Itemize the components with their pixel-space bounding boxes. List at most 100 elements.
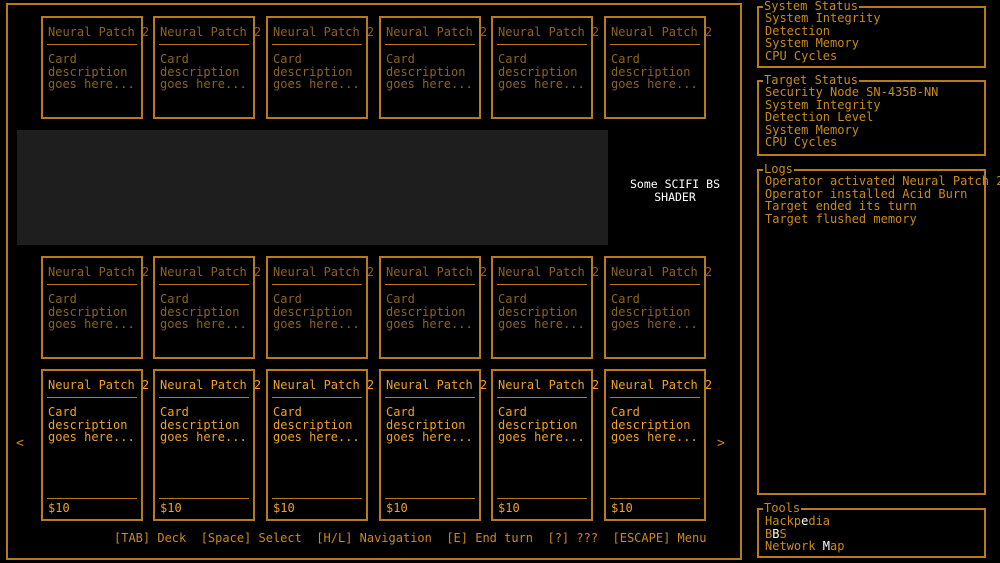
card-description: Card description goes here...	[498, 292, 585, 332]
hand-card[interactable]: Neural Patch 2 Card description goes here…	[266, 369, 374, 521]
card-divider	[159, 44, 249, 45]
hand-card[interactable]: Neural Patch 2 Card description goes here…	[153, 369, 261, 521]
card-title: Neural Patch 2	[386, 378, 488, 392]
card-divider	[272, 397, 362, 398]
card-description: Card description goes here...	[160, 52, 247, 92]
tools-panel: Tools Hackpedia BBS Network Map	[757, 502, 986, 558]
card-description: Card description goes here...	[48, 292, 135, 332]
target-status-item: Detection Level	[765, 110, 874, 125]
card-description: Card description goes here...	[160, 405, 247, 445]
card-divider	[610, 498, 700, 499]
next-arrow[interactable]: >	[717, 437, 725, 451]
card-description: Card description goes here...	[273, 292, 360, 332]
card-description: Card description goes here...	[386, 52, 473, 92]
system-status-panel: System Status System Integrity Detection…	[757, 0, 986, 68]
target-status-item: Security Node SN-435B-NN	[765, 85, 939, 99]
hand-card[interactable]: Neural Patch 2 Card description goes here…	[491, 369, 599, 521]
opponent-card[interactable]: Neural Patch 2 Card description goes here…	[41, 16, 149, 119]
card-price: $10	[48, 501, 70, 516]
deck-card[interactable]: Neural Patch 2 Card description goes here…	[41, 256, 149, 359]
deck-card[interactable]: Neural Patch 2 Card description goes here…	[604, 256, 712, 359]
card-title: Neural Patch 2	[386, 265, 488, 279]
card-price: $10	[160, 501, 182, 516]
system-status-item: System Memory	[765, 36, 859, 51]
opponent-card[interactable]: Neural Patch 2 Card description goes here…	[379, 16, 487, 119]
key-hints: [TAB] Deck [Space] Select [H/L] Navigati…	[114, 531, 707, 545]
tools-title: Tools	[763, 501, 802, 515]
card-price: $10	[386, 501, 408, 516]
card-divider	[385, 397, 475, 398]
card-divider	[385, 498, 475, 499]
opponent-card[interactable]: Neural Patch 2 Card description goes here…	[153, 16, 261, 119]
card-title: Neural Patch 2	[498, 378, 600, 392]
target-status-item: CPU Cycles	[765, 135, 838, 150]
log-entry: Target flushed memory	[765, 211, 917, 226]
card-divider	[497, 498, 587, 499]
card-description: Card description goes here...	[611, 292, 698, 332]
card-title: Neural Patch 2	[611, 378, 713, 392]
card-divider	[497, 284, 587, 285]
card-title: Neural Patch 2	[273, 378, 375, 392]
card-divider	[610, 44, 700, 45]
card-divider	[272, 44, 362, 45]
prev-arrow[interactable]: <	[16, 437, 24, 451]
card-title: Neural Patch 2	[273, 265, 375, 279]
card-description: Card description goes here...	[48, 405, 135, 445]
card-divider	[159, 397, 249, 398]
card-title: Neural Patch 2	[611, 265, 713, 279]
card-divider	[610, 397, 700, 398]
opponent-card[interactable]: Neural Patch 2 Card description goes here…	[491, 16, 599, 119]
card-description: Card description goes here...	[611, 52, 698, 92]
card-description: Card description goes here...	[386, 405, 473, 445]
card-divider	[47, 397, 137, 398]
shader-label: Some SCIFI BS SHADER	[629, 177, 720, 204]
tool-hotkey: M	[822, 539, 831, 554]
logs-panel: Logs Operator activated Neural Patch 2 O…	[757, 163, 1000, 495]
hand-card[interactable]: Neural Patch 2 Card description goes here…	[41, 369, 149, 521]
target-status-title: Target Status	[763, 73, 859, 87]
card-title: Neural Patch 2	[273, 25, 375, 39]
card-title: Neural Patch 2	[160, 265, 262, 279]
card-divider	[497, 44, 587, 45]
card-description: Card description goes here...	[273, 405, 360, 445]
card-title: Neural Patch 2	[498, 265, 600, 279]
card-divider	[272, 498, 362, 499]
card-title: Neural Patch 2	[160, 378, 262, 392]
card-divider	[272, 284, 362, 285]
logs-title: Logs	[763, 162, 794, 176]
deck-card[interactable]: Neural Patch 2 Card description goes here…	[153, 256, 261, 359]
card-description: Card description goes here...	[611, 405, 698, 445]
card-price: $10	[273, 501, 295, 516]
card-title: Neural Patch 2	[160, 25, 262, 39]
card-description: Card description goes here...	[498, 52, 585, 92]
card-description: Card description goes here...	[273, 52, 360, 92]
card-description: Card description goes here...	[48, 52, 135, 92]
card-title: Neural Patch 2	[48, 265, 150, 279]
log-entry: Operator activated Neural Patch 2	[765, 174, 1000, 188]
card-title: Neural Patch 2	[498, 25, 600, 39]
card-price: $10	[498, 501, 520, 516]
card-divider	[385, 44, 475, 45]
tool-network-map[interactable]: Network Map	[765, 540, 978, 553]
card-divider	[610, 284, 700, 285]
shader-area	[17, 130, 608, 245]
opponent-card[interactable]: Neural Patch 2 Card description goes here…	[266, 16, 374, 119]
opponent-card[interactable]: Neural Patch 2 Card description goes here…	[604, 16, 712, 119]
card-description: Card description goes here...	[160, 292, 247, 332]
card-description: Card description goes here...	[498, 405, 585, 445]
hand-card[interactable]: Neural Patch 2 Card description goes here…	[379, 369, 487, 521]
tool-hackpedia[interactable]: Hackpedia	[765, 515, 978, 528]
deck-card[interactable]: Neural Patch 2 Card description goes here…	[379, 256, 487, 359]
deck-card[interactable]: Neural Patch 2 Card description goes here…	[491, 256, 599, 359]
card-divider	[497, 397, 587, 398]
card-description: Card description goes here...	[386, 292, 473, 332]
card-title: Neural Patch 2	[386, 25, 488, 39]
hand-card[interactable]: Neural Patch 2 Card description goes here…	[604, 369, 712, 521]
system-status-item: System Integrity	[765, 11, 881, 25]
deck-card[interactable]: Neural Patch 2 Card description goes here…	[266, 256, 374, 359]
card-divider	[47, 284, 137, 285]
log-entry: Target ended its turn	[765, 199, 917, 214]
system-status-title: System Status	[763, 0, 859, 13]
target-status-panel: Target Status Security Node SN-435B-NN S…	[757, 74, 986, 156]
card-title: Neural Patch 2	[48, 378, 150, 392]
